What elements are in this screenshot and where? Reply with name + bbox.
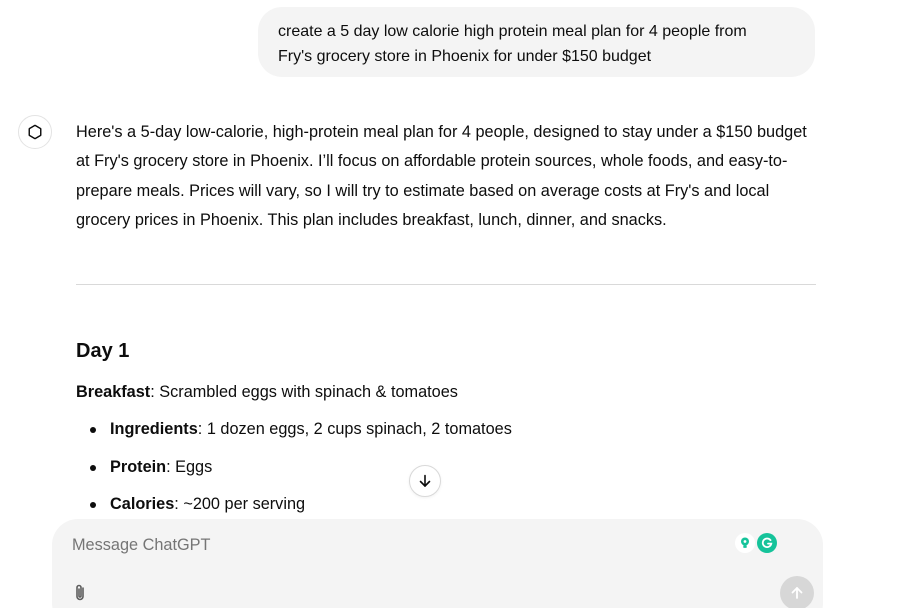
user-message-line-1: create a 5 day low calorie high protein … — [278, 23, 747, 40]
list-item: Protein: Eggs — [88, 455, 512, 493]
paperclip-icon — [76, 584, 84, 601]
bullet-text: : ~200 per serving — [174, 495, 306, 513]
meal-label: Breakfast — [76, 383, 151, 401]
message-input[interactable] — [70, 535, 674, 556]
arrow-up-icon — [791, 587, 803, 599]
openai-logo-icon — [28, 124, 42, 140]
grammarly-widget[interactable] — [735, 533, 777, 553]
meal-text: : Scrambled eggs with spinach & tomatoes — [150, 383, 458, 401]
send-button[interactable] — [780, 576, 814, 608]
bullet-text: : Eggs — [166, 457, 213, 476]
arrow-down-icon — [419, 474, 431, 487]
user-message-line-2: Fry's grocery store in Phoenix for under… — [278, 48, 652, 65]
message-composer — [52, 519, 823, 608]
attach-button[interactable] — [68, 581, 92, 605]
day-heading: Day 1 — [76, 340, 130, 362]
bullet-label: Ingredients — [110, 420, 198, 438]
bullet-label: Protein — [110, 457, 167, 476]
list-item: Ingredients: 1 dozen eggs, 2 cups spinac… — [88, 417, 512, 455]
chat-page: create a 5 day low calorie high protein … — [0, 0, 912, 608]
assistant-avatar — [18, 115, 52, 149]
lightbulb-icon[interactable] — [735, 533, 755, 553]
assistant-message: Here's a 5-day low-calorie, high-protein… — [76, 118, 821, 235]
section-divider — [76, 284, 816, 285]
meal-details-list: Ingredients: 1 dozen eggs, 2 cups spinac… — [88, 417, 512, 530]
bullet-label: Calories — [110, 495, 175, 513]
assistant-intro-paragraph: Here's a 5-day low-calorie, high-protein… — [76, 123, 807, 229]
scroll-to-bottom-button[interactable] — [409, 465, 441, 497]
meal-breakfast-line: Breakfast: Scrambled eggs with spinach &… — [76, 380, 458, 404]
grammarly-icon[interactable] — [757, 533, 777, 553]
bullet-text: : 1 dozen eggs, 2 cups spinach, 2 tomato… — [197, 420, 512, 438]
user-message-bubble: create a 5 day low calorie high protein … — [258, 7, 815, 77]
